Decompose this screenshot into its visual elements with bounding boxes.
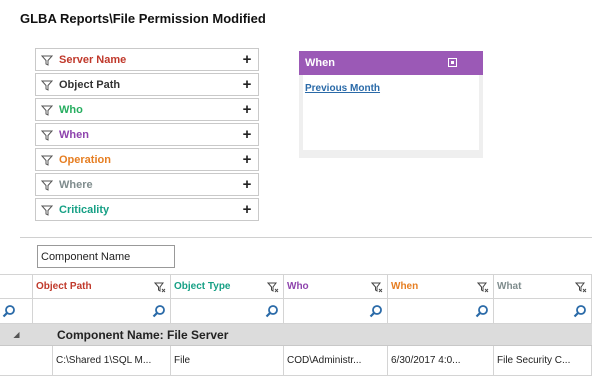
add-icon[interactable]: + [236, 52, 258, 67]
row-gutter [0, 346, 53, 375]
filter-label: When [59, 128, 89, 141]
gutter-filter [0, 299, 33, 323]
collapse-triangle-icon[interactable]: ◢ [0, 330, 33, 339]
column-label: Object Type [174, 281, 231, 292]
column-header-when[interactable]: When [388, 275, 494, 298]
when-filter-panel: When Previous Month [299, 51, 483, 158]
column-header-what[interactable]: What [494, 275, 592, 298]
gutter-header [0, 275, 33, 298]
funnel-icon [41, 55, 53, 66]
column-header-who[interactable]: Who [284, 275, 388, 298]
previous-month-link[interactable]: Previous Month [305, 83, 380, 94]
filter-operation[interactable]: Operation + [35, 148, 259, 171]
filter-label: Server Name [59, 53, 127, 66]
page-title: GLBA Reports\File Permission Modified [20, 11, 266, 26]
add-icon[interactable]: + [236, 77, 258, 92]
filter-criticality[interactable]: Criticality + [35, 198, 259, 221]
search-icon[interactable] [475, 304, 489, 318]
column-label: Who [287, 281, 309, 292]
close-icon[interactable] [448, 58, 457, 67]
filter-cell-when[interactable] [388, 299, 494, 323]
add-icon[interactable]: + [236, 152, 258, 167]
filter-label: Object Path [59, 78, 121, 91]
filter-cell-what[interactable] [494, 299, 592, 323]
column-filter-icon[interactable] [575, 281, 587, 293]
filter-object-path[interactable]: Object Path + [35, 73, 259, 96]
filter-list: Server Name + Object Path + Who + When +… [35, 48, 259, 223]
add-icon[interactable]: + [236, 177, 258, 192]
grid-filter-row [0, 299, 592, 324]
column-label: When [391, 281, 419, 292]
funnel-icon [41, 105, 53, 116]
funnel-icon [41, 80, 53, 91]
search-icon[interactable] [369, 304, 383, 318]
filter-when[interactable]: When + [35, 123, 259, 146]
filter-server-name[interactable]: Server Name + [35, 48, 259, 71]
when-panel-header: When [299, 51, 483, 75]
column-filter-icon[interactable] [371, 281, 383, 293]
table-row[interactable]: C:\Shared 1\SQL M... File COD\Administr.… [0, 346, 592, 376]
group-by-field[interactable]: Component Name [37, 245, 175, 268]
filter-who[interactable]: Who + [35, 98, 259, 121]
column-header-object-type[interactable]: Object Type [171, 275, 284, 298]
funnel-icon [41, 130, 53, 141]
filter-label: Where [59, 178, 93, 191]
add-icon[interactable]: + [236, 127, 258, 142]
add-icon[interactable]: + [236, 102, 258, 117]
column-label: Object Path [36, 281, 92, 292]
search-icon[interactable] [265, 304, 279, 318]
cell-object-path: C:\Shared 1\SQL M... [53, 346, 171, 375]
search-icon[interactable] [573, 304, 587, 318]
results-grid: Object Path Object Type Who When What ◢ … [0, 274, 592, 376]
filter-where[interactable]: Where + [35, 173, 259, 196]
filter-label: Criticality [59, 203, 110, 216]
column-label: What [497, 281, 522, 292]
column-filter-icon[interactable] [267, 281, 279, 293]
funnel-icon [41, 205, 53, 216]
filter-label: Operation [59, 153, 111, 166]
filter-cell-object-type[interactable] [171, 299, 284, 323]
funnel-icon [41, 180, 53, 191]
cell-who: COD\Administr... [284, 346, 388, 375]
filter-cell-object-path[interactable] [33, 299, 171, 323]
cell-what: File Security C... [494, 346, 592, 375]
cell-object-type: File [171, 346, 284, 375]
cell-when: 6/30/2017 4:0... [388, 346, 494, 375]
group-label: Component Name: File Server [57, 327, 229, 342]
column-filter-icon[interactable] [477, 281, 489, 293]
funnel-icon [41, 155, 53, 166]
filter-cell-who[interactable] [284, 299, 388, 323]
column-filter-icon[interactable] [154, 281, 166, 293]
column-header-object-path[interactable]: Object Path [33, 275, 171, 298]
group-by-value: Component Name [41, 250, 131, 263]
add-icon[interactable]: + [236, 202, 258, 217]
grid-header: Object Path Object Type Who When What [0, 274, 592, 299]
filter-label: Who [59, 103, 83, 116]
group-row[interactable]: ◢ Component Name: File Server [0, 324, 592, 346]
when-panel-title: When [305, 57, 335, 69]
section-divider [20, 237, 592, 238]
search-icon[interactable] [2, 304, 16, 318]
search-icon[interactable] [152, 304, 166, 318]
when-panel-body: Previous Month [303, 75, 479, 150]
